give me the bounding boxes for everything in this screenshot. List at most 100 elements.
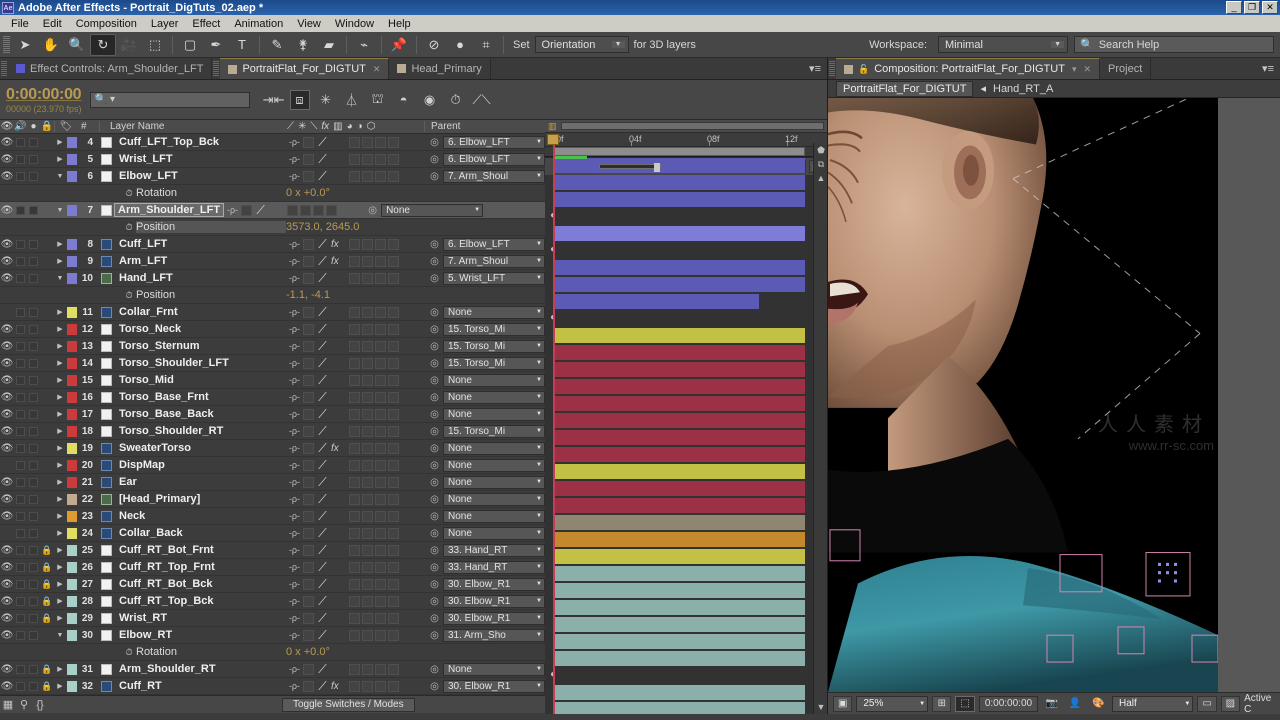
puppet-starch-tool-icon[interactable]: ● xyxy=(447,34,473,56)
eye-icon[interactable]: 👁 xyxy=(0,375,14,386)
layer-name[interactable]: Neck xyxy=(114,510,286,522)
parent-pickwhip-icon[interactable]: ◎ xyxy=(426,562,443,573)
audio-toggle[interactable] xyxy=(14,681,27,691)
lock-icon[interactable]: 🔒 xyxy=(40,664,54,675)
layer-name[interactable]: Torso_Shoulder_LFT xyxy=(114,357,286,369)
layer-name[interactable]: Cuff_RT_Top_Frnt xyxy=(114,561,286,573)
layer-switches[interactable]: -ρ- ⟋ xyxy=(286,458,426,473)
layer-name[interactable]: Collar_Back xyxy=(114,527,286,539)
label-color-swatch[interactable] xyxy=(66,561,78,573)
layer-switch-icon[interactable]: ⧉ xyxy=(814,157,827,171)
parent-dropdown[interactable]: 7. Arm_Shoul ▼ xyxy=(443,169,545,183)
region-of-interest-icon[interactable]: ⬚ xyxy=(955,695,975,712)
parent-pickwhip-icon[interactable]: ◎ xyxy=(426,681,443,692)
clone-stamp-tool-icon[interactable]: ⚵ xyxy=(290,34,316,56)
tab-project[interactable]: Project xyxy=(1100,58,1152,79)
expand-triangle-icon[interactable]: ▶ xyxy=(54,478,66,486)
expand-triangle-icon[interactable]: ▶ xyxy=(54,563,66,571)
audio-toggle[interactable] xyxy=(14,205,27,215)
solo-toggle[interactable] xyxy=(27,341,40,351)
audio-toggle[interactable] xyxy=(14,273,27,283)
parent-dropdown[interactable]: 6. Elbow_LFT ▼ xyxy=(443,237,545,251)
layer-name[interactable]: Cuff_LFT xyxy=(114,238,286,250)
label-color-swatch[interactable] xyxy=(66,357,78,369)
comp-marker-icon[interactable]: ⬟ xyxy=(814,143,827,157)
menu-edit[interactable]: Edit xyxy=(36,17,69,31)
layer-switches[interactable]: -ρ- ⟋ xyxy=(286,305,426,320)
layer-switches[interactable]: -ρ- ⟋ xyxy=(286,356,426,371)
lock-icon[interactable]: 🔒 xyxy=(40,579,54,590)
tab-composition[interactable]: 🔓 Composition: PortraitFlat_For_DIGTUT ▾… xyxy=(836,58,1101,79)
layer-duration-bar[interactable] xyxy=(555,294,759,309)
eye-icon[interactable]: 👁 xyxy=(0,443,14,454)
expand-triangle-icon[interactable]: ▶ xyxy=(54,325,66,333)
expand-triangle-icon[interactable]: ▶ xyxy=(54,410,66,418)
property-row[interactable]: ⏱ Rotation 0 x +0.0° xyxy=(0,185,545,202)
layer-row[interactable]: 👁 ▶ 17 Torso_Base_Back -ρ- ⟋ ◎ None ▼ xyxy=(0,406,545,423)
label-color-swatch[interactable] xyxy=(66,238,78,250)
layer-duration-bar[interactable] xyxy=(555,583,805,598)
audio-toggle[interactable] xyxy=(14,171,27,181)
eye-icon[interactable]: 👁 xyxy=(0,154,14,165)
expand-triangle-icon[interactable]: ▶ xyxy=(54,393,66,401)
panel-grip[interactable] xyxy=(213,61,220,76)
parent-pickwhip-icon[interactable]: ◎ xyxy=(426,392,443,403)
expand-triangle-icon[interactable]: ▶ xyxy=(54,427,66,435)
label-color-swatch[interactable] xyxy=(66,153,78,165)
layer-name[interactable]: Arm_LFT xyxy=(114,255,286,267)
parent-pickwhip-icon[interactable]: ◎ xyxy=(426,154,443,165)
property-value[interactable]: 0 x +0.0° xyxy=(286,187,330,199)
layer-name[interactable]: [Head_Primary] xyxy=(114,493,286,505)
layer-duration-bar[interactable] xyxy=(555,379,805,394)
audio-toggle[interactable] xyxy=(14,137,27,147)
close-icon[interactable]: ✕ xyxy=(1083,64,1091,75)
layer-duration-bar[interactable] xyxy=(555,566,805,581)
parent-dropdown[interactable]: 30. Elbow_R1 ▼ xyxy=(443,594,545,608)
layer-switches[interactable]: -ρ- ⟋ xyxy=(286,152,426,167)
label-color-swatch[interactable] xyxy=(66,170,78,182)
layer-row[interactable]: 👁 ▼ 10 Hand_LFT -ρ- ⟋ ◎ 5. Wrist_LFT ▼ xyxy=(0,270,545,287)
solo-toggle[interactable] xyxy=(27,392,40,402)
auto-keyframe-icon[interactable]: ⏱ xyxy=(446,90,466,110)
property-row[interactable]: ⏱ Rotation 0 x +0.0° xyxy=(0,644,545,661)
layer-row[interactable]: 👁 🔒 ▶ 27 Cuff_RT_Bot_Bck -ρ- ⟋ ◎ 30. Elbow_R1 ▼ xyxy=(0,576,545,593)
solo-toggle[interactable] xyxy=(27,477,40,487)
layer-switches[interactable]: -ρ- ⟋ xyxy=(224,203,364,218)
expand-triangle-icon[interactable]: ▶ xyxy=(54,342,66,350)
timeline-ruler[interactable]: 00f04f08f12f xyxy=(545,133,827,147)
lock-icon[interactable]: 🔒 xyxy=(40,681,54,692)
layer-duration-bar[interactable] xyxy=(555,192,805,207)
parent-pickwhip-icon[interactable]: ◎ xyxy=(426,579,443,590)
menu-animation[interactable]: Animation xyxy=(227,17,290,31)
current-time-indicator[interactable] xyxy=(553,134,555,714)
layer-duration-bar[interactable] xyxy=(555,634,805,649)
layer-row[interactable]: 👁 ▶ 15 Torso_Mid -ρ- ⟋ ◎ None ▼ xyxy=(0,372,545,389)
search-help-input[interactable]: 🔍 Search Help xyxy=(1074,36,1274,53)
label-color-swatch[interactable] xyxy=(66,459,78,471)
audio-toggle[interactable] xyxy=(14,324,27,334)
menu-composition[interactable]: Composition xyxy=(69,17,144,31)
layer-switches[interactable]: -ρ- ⟋ xyxy=(286,577,426,592)
eye-icon[interactable]: 👁 xyxy=(0,511,14,522)
layer-row[interactable]: 👁 ▶ 23 Neck -ρ- ⟋ ◎ None ▼ xyxy=(0,508,545,525)
lock-icon[interactable]: 🔒 xyxy=(40,596,54,607)
property-row[interactable]: ⏱ Position -1.1, -4.1 xyxy=(0,287,545,304)
parent-dropdown[interactable]: 33. Hand_RT ▼ xyxy=(443,560,545,574)
solo-toggle[interactable] xyxy=(27,528,40,538)
expand-triangle-icon[interactable]: ▶ xyxy=(54,155,66,163)
tab-effect-controls[interactable]: Effect Controls: Arm_Shoulder_LFT xyxy=(8,58,213,79)
layer-row[interactable]: 👁 ▶ 8 Cuff_LFT -ρ- ⟋ fx ◎ 6. Elbow_LFT ▼ xyxy=(0,236,545,253)
rotation-tool-icon[interactable]: ↻ xyxy=(90,33,116,56)
parent-pickwhip-icon[interactable]: ◎ xyxy=(426,137,443,148)
parent-pickwhip-icon[interactable]: ◎ xyxy=(426,171,443,182)
timeline-timecode[interactable]: 0:00:00:00 00000 (23.970 fps) xyxy=(6,86,82,114)
label-color-swatch[interactable] xyxy=(66,493,78,505)
layer-switches[interactable]: -ρ- ⟋ xyxy=(286,339,426,354)
draft-3d-icon[interactable]: ⧈ xyxy=(289,89,310,110)
expand-triangle-icon[interactable]: ▶ xyxy=(54,461,66,469)
layer-duration-bar[interactable] xyxy=(555,464,805,479)
solo-toggle[interactable] xyxy=(27,613,40,623)
layer-duration-bar[interactable] xyxy=(555,362,805,377)
eye-icon[interactable]: 👁 xyxy=(0,613,14,624)
eye-icon[interactable]: 👁 xyxy=(0,239,14,250)
